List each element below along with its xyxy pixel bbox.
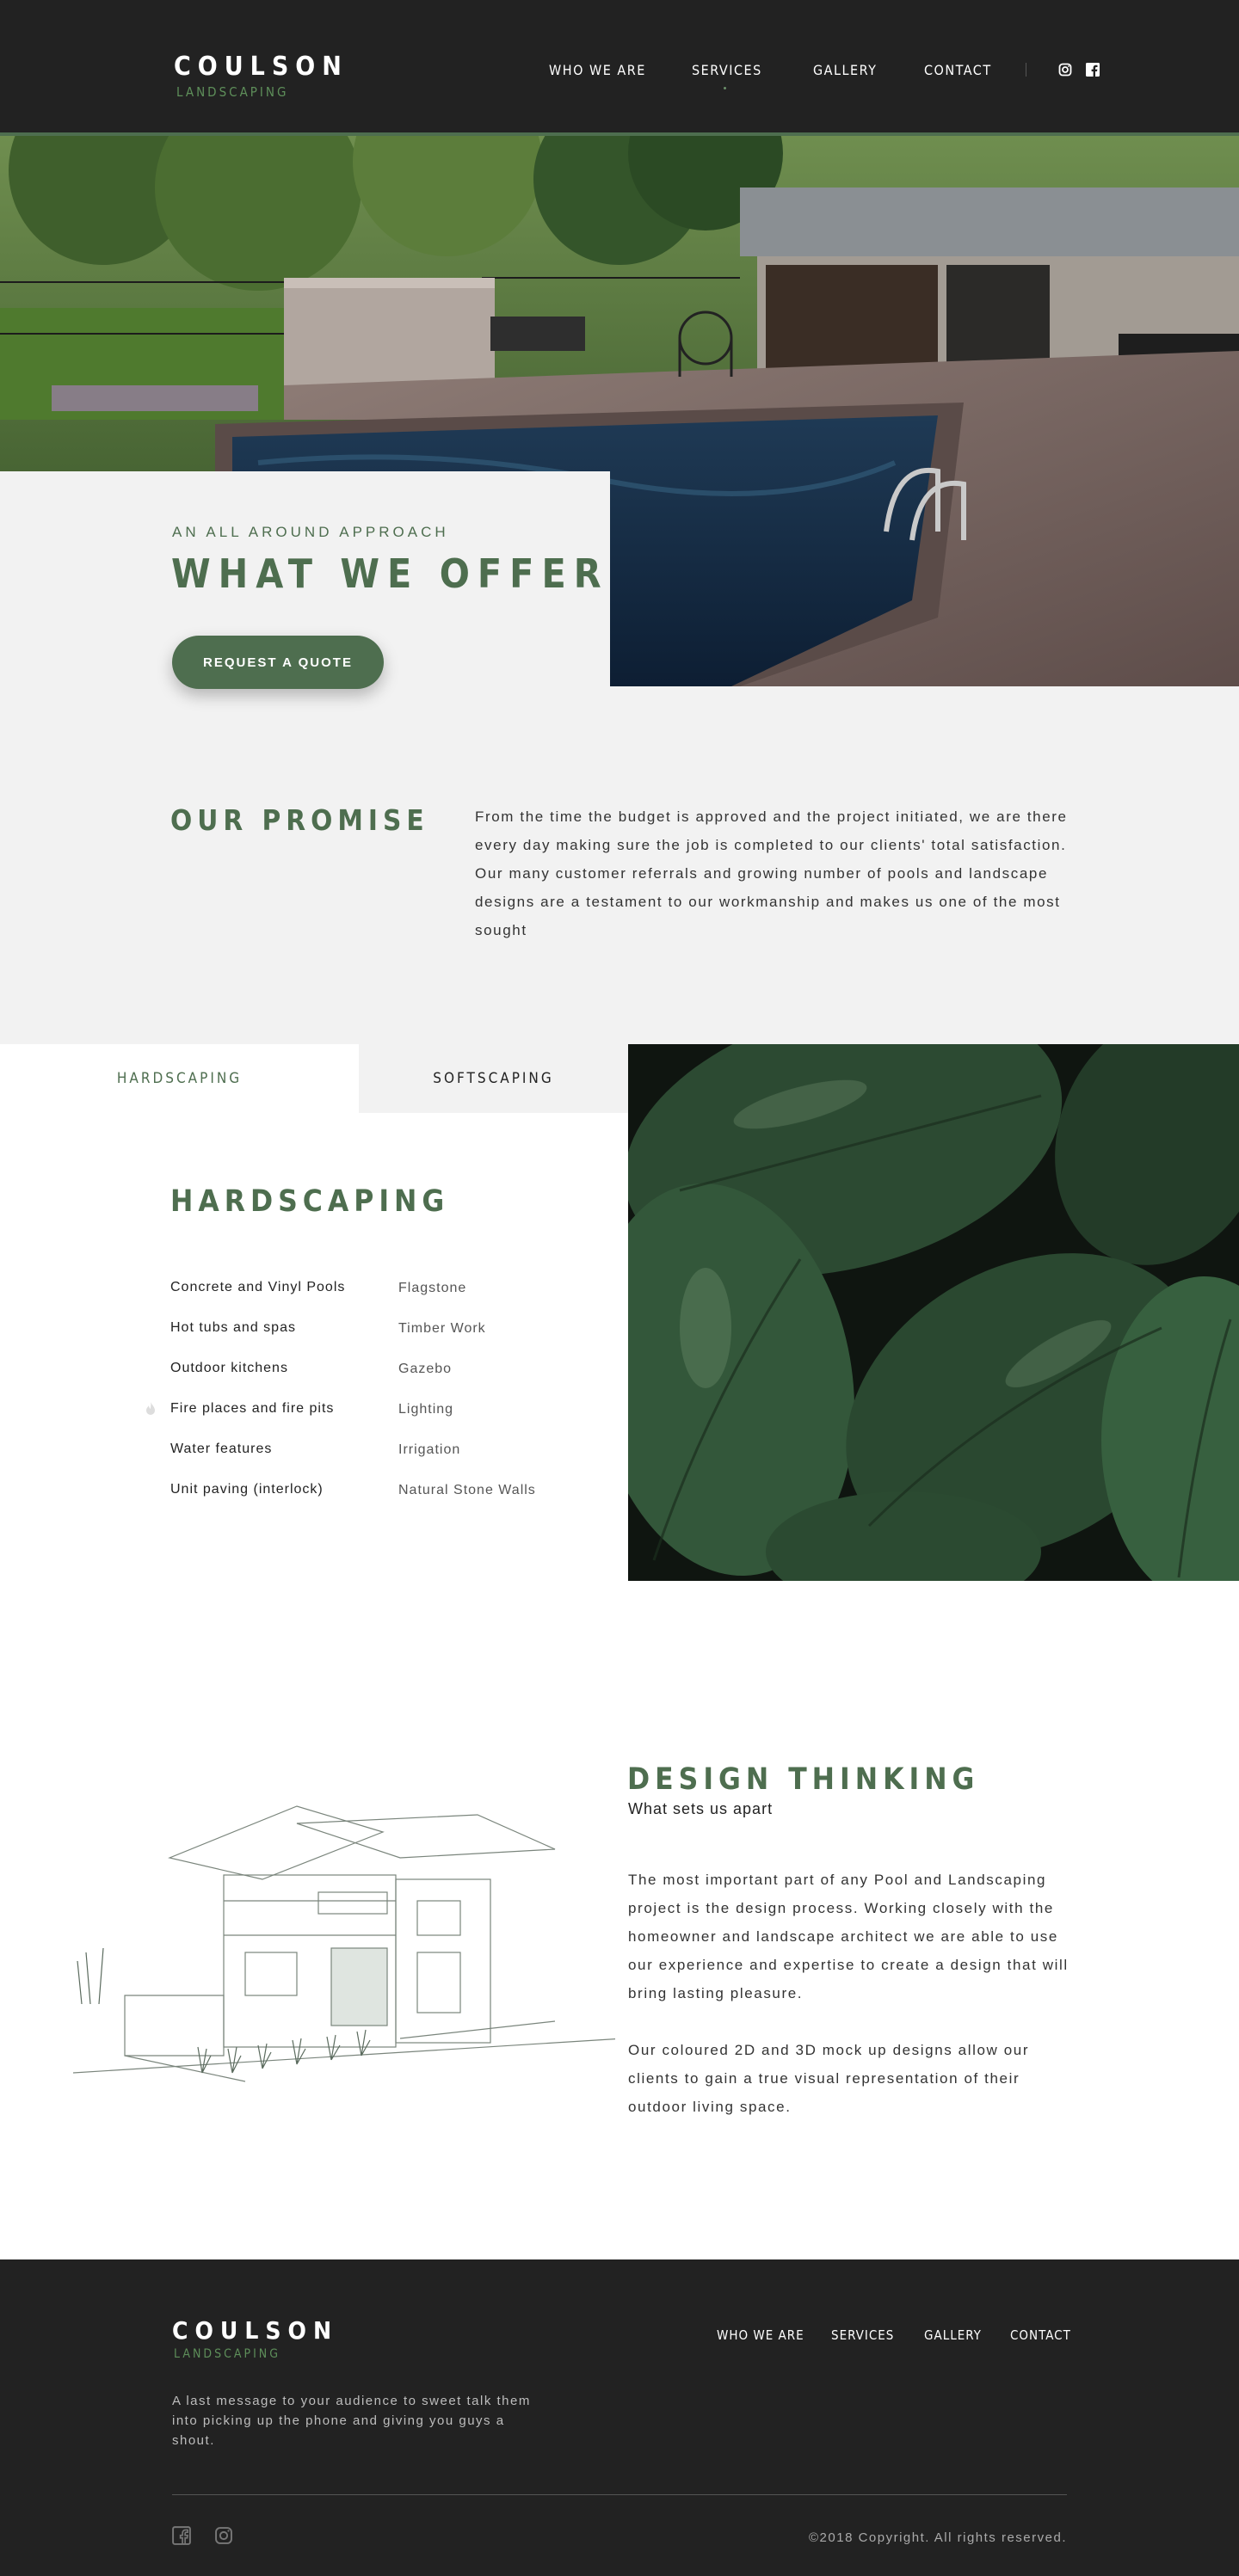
design-paragraph-2: Our coloured 2D and 3D mock up designs a… (628, 2042, 1030, 2115)
logo-subtitle: LANDSCAPING (176, 84, 289, 100)
flame-icon (146, 1402, 155, 1415)
design-subtitle: What sets us apart (628, 1800, 774, 1817)
nav-services[interactable]: SERVICES (692, 62, 762, 78)
footer-logo-name[interactable]: COULSON (172, 2316, 338, 2345)
site-footer: COULSON LANDSCAPING A last message to yo… (0, 2259, 1239, 2576)
footer-nav-services[interactable]: SERVICES (831, 2327, 894, 2343)
logo-name[interactable]: COULSON (174, 52, 348, 82)
service-item: Timber Work (398, 1321, 486, 1336)
nav-contact[interactable]: CONTACT (924, 62, 992, 78)
facebook-icon[interactable] (1086, 63, 1100, 77)
footer-message: A last message to your audience to sweet… (172, 2394, 531, 2448)
tab-hardscaping[interactable]: HARDSCAPING (0, 1044, 359, 1113)
site-header: COULSON LANDSCAPING WHO WE ARE SERVICES … (0, 0, 1239, 136)
footer-logo-subtitle: LANDSCAPING (174, 2347, 280, 2361)
services-title: HARDSCAPING (170, 1184, 450, 1219)
nav-who-we-are[interactable]: WHO WE ARE (549, 62, 646, 78)
hero-kicker: AN ALL AROUND APPROACH (172, 524, 449, 540)
service-item: Unit paving (interlock) (170, 1482, 324, 1497)
facebook-icon[interactable] (172, 2526, 191, 2545)
promise-text: From the time the budget is approved and… (475, 808, 1068, 938)
service-item: Concrete and Vinyl Pools (170, 1280, 346, 1294)
service-item: Water features (170, 1442, 273, 1456)
active-nav-indicator (724, 87, 726, 89)
house-sketch-illustration (72, 1798, 625, 2090)
hero-title: WHAT WE OFFER (171, 550, 609, 597)
instagram-icon[interactable] (1058, 63, 1072, 77)
service-item: Hot tubs and spas (170, 1320, 296, 1335)
design-paragraph-1: The most important part of any Pool and … (628, 1872, 1069, 2001)
service-item: Flagstone (398, 1281, 467, 1295)
footer-nav-who-we-are[interactable]: WHO WE ARE (717, 2327, 804, 2343)
tropical-leaves-image (628, 1044, 1239, 1581)
service-item: Gazebo (398, 1362, 453, 1376)
footer-nav-gallery[interactable]: GALLERY (924, 2327, 982, 2343)
service-item: Irrigation (398, 1442, 461, 1457)
request-quote-button[interactable]: REQUEST A QUOTE (172, 636, 384, 689)
promise-title: OUR PROMISE (170, 803, 429, 837)
tab-softscaping[interactable]: SOFTSCAPING (359, 1044, 628, 1113)
footer-divider (172, 2494, 1067, 2495)
design-title: DESIGN THINKING (627, 1762, 980, 1797)
instagram-icon[interactable] (214, 2526, 233, 2545)
nav-gallery[interactable]: GALLERY (813, 62, 877, 78)
copyright-text: ©2018 Copyright. All rights reserved. (808, 2530, 1067, 2545)
service-item: Natural Stone Walls (398, 1483, 536, 1497)
services-panel (0, 1044, 628, 1581)
service-item: Fire places and fire pits (170, 1401, 335, 1416)
service-item: Lighting (398, 1402, 454, 1417)
footer-nav-contact[interactable]: CONTACT (1010, 2327, 1071, 2343)
service-item: Outdoor kitchens (170, 1361, 288, 1375)
